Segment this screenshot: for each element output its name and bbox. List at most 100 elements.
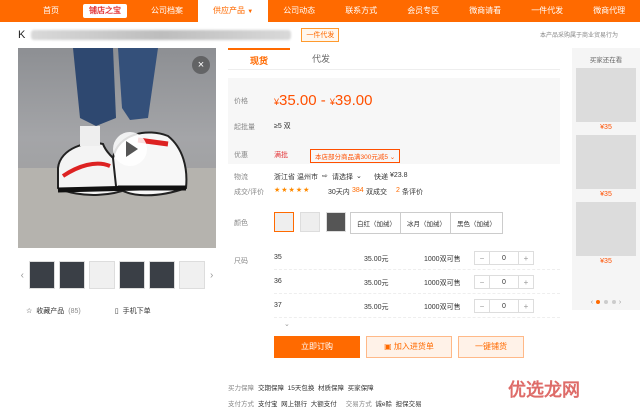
cross-item: 担保交易 bbox=[395, 401, 422, 408]
chevron-left-icon[interactable]: ‹ bbox=[18, 270, 27, 281]
deals-period: 30天内 bbox=[328, 189, 350, 196]
guarantee-item[interactable]: 15天包换 bbox=[288, 385, 315, 392]
color-swatch[interactable] bbox=[274, 212, 294, 232]
also-viewed-price: ¥35 bbox=[600, 124, 612, 131]
minus-icon[interactable]: − bbox=[475, 276, 489, 288]
quantity-input[interactable]: 0 bbox=[489, 276, 519, 288]
quantity-stepper[interactable]: − 0 + bbox=[474, 275, 534, 289]
nav-home[interactable]: 首页 bbox=[28, 0, 74, 22]
product-detail-panel: 现货 代发 价格 ¥35.00 - ¥39.00 起批量 ≥5 双 优惠 满批 … bbox=[228, 48, 560, 418]
coupon-button[interactable]: 本店部分商品满300元减5 ⌄ bbox=[310, 149, 401, 163]
color-option-white-red[interactable]: 白红（加绒） bbox=[350, 212, 403, 234]
nav-contact[interactable]: 联系方式 bbox=[330, 0, 392, 22]
guarantee-item[interactable]: 材质保障 bbox=[318, 385, 344, 392]
promo-label: 优惠 bbox=[234, 152, 248, 159]
reviews-unit[interactable]: 条评价 bbox=[402, 187, 423, 197]
phone-icon[interactable]: ▯ bbox=[115, 307, 119, 315]
product-thumbnail bbox=[576, 202, 636, 256]
quantity-stepper[interactable]: − 0 + bbox=[474, 251, 534, 265]
nav-company-profile[interactable]: 公司档案 bbox=[136, 0, 198, 22]
minus-icon[interactable]: − bbox=[475, 252, 489, 264]
pager-dot[interactable] bbox=[596, 300, 601, 305]
table-row: 37 35.00元 1000双可售 − 0 + bbox=[274, 296, 560, 318]
color-swatch[interactable] bbox=[326, 212, 346, 232]
plus-icon[interactable]: + bbox=[519, 252, 533, 264]
nav-wechat-agent[interactable]: 微商代理 bbox=[578, 0, 640, 22]
nav-products[interactable]: 供应产品 ▼ bbox=[198, 0, 269, 22]
one-click-distribute-button[interactable]: 一键铺货 bbox=[458, 336, 524, 358]
nav-member-area[interactable]: 会员专区 bbox=[392, 0, 454, 22]
also-viewed-title: 买家还在看 bbox=[589, 57, 623, 64]
thumbnail[interactable] bbox=[179, 261, 206, 289]
nav-products-label: 供应产品 bbox=[213, 6, 245, 15]
tab-dropship[interactable]: 代发 bbox=[290, 48, 352, 69]
guarantee-item[interactable]: 交期保障 bbox=[258, 385, 284, 392]
nav-wechat-see[interactable]: 微商请看 bbox=[454, 0, 516, 22]
dropship-tag[interactable]: 一件代发 bbox=[301, 28, 340, 42]
main-product-video[interactable]: × bbox=[18, 48, 216, 248]
nav-shop-treasure[interactable]: 铺店之宝 bbox=[83, 4, 127, 18]
thumbnail[interactable] bbox=[149, 261, 176, 289]
order-now-button[interactable]: 立即订购 bbox=[274, 336, 360, 358]
pager-dot[interactable] bbox=[604, 300, 608, 305]
color-option-black[interactable]: 黑色（加绒） bbox=[450, 212, 503, 234]
trade-note: 本产品采购属于商业贸易行为 bbox=[539, 33, 618, 39]
table-row: 36 35.00元 1000双可售 − 0 + bbox=[274, 272, 560, 294]
carousel-pager: ‹ › bbox=[572, 299, 640, 306]
play-icon[interactable] bbox=[113, 132, 147, 166]
add-to-cart-button[interactable]: ▣ 加入进货单 bbox=[366, 336, 452, 358]
thumbnail[interactable] bbox=[28, 261, 55, 289]
chevron-down-icon[interactable]: ⌄ bbox=[356, 172, 362, 180]
plus-icon[interactable]: + bbox=[519, 300, 533, 312]
also-viewed-item[interactable]: ¥35 bbox=[576, 135, 636, 198]
cross-item: 诚e赊 bbox=[375, 401, 393, 408]
quantity-input[interactable]: 0 bbox=[489, 300, 519, 312]
thumbnail[interactable] bbox=[118, 261, 146, 289]
color-swatch[interactable] bbox=[300, 212, 320, 232]
chevron-left-icon[interactable]: ‹ bbox=[591, 299, 593, 306]
nav-company-news[interactable]: 公司动态 bbox=[268, 0, 330, 22]
thumbnail[interactable] bbox=[58, 261, 85, 289]
size-stock: 1000双可售 bbox=[424, 256, 461, 263]
size-stock: 1000双可售 bbox=[424, 280, 461, 287]
also-viewed-price: ¥35 bbox=[600, 258, 612, 265]
thumbnail[interactable] bbox=[88, 261, 115, 289]
expand-chevron-icon[interactable]: ⌄ bbox=[284, 320, 290, 328]
chevron-down-icon: ▼ bbox=[247, 9, 254, 15]
product-title: K bbox=[18, 29, 26, 41]
rating-row: 成交/评价 ★★★★★ 30天内 384 双成交 2 条评价 bbox=[228, 185, 560, 199]
plus-icon[interactable]: + bbox=[519, 276, 533, 288]
size-value: 36 bbox=[274, 278, 282, 285]
ship-to-select[interactable]: 请选择 bbox=[332, 172, 353, 182]
pager-dot[interactable] bbox=[611, 300, 616, 305]
chevron-right-icon[interactable]: › bbox=[207, 270, 216, 281]
cart-icon: ▣ bbox=[384, 342, 392, 351]
thumbnail-strip: ‹ › bbox=[18, 260, 216, 290]
payment-item: 支付宝 bbox=[258, 401, 278, 408]
size-value: 37 bbox=[274, 302, 282, 309]
mobile-order-link[interactable]: 手机下单 bbox=[123, 306, 151, 316]
also-viewed-panel: 买家还在看 ¥35 ¥35 ¥35 ‹ › bbox=[572, 48, 640, 310]
moq-label: 起批量 bbox=[234, 124, 255, 131]
tab-in-stock[interactable]: 现货 bbox=[228, 48, 290, 69]
payment-item: 大额支付 bbox=[310, 401, 337, 408]
color-option-ice-moon[interactable]: 冰月（加绒） bbox=[400, 212, 453, 234]
close-icon[interactable]: × bbox=[192, 56, 210, 74]
logistics-row: 物流 浙江省 温州市 ⇨ 请选择 ⌄ 快递 ¥23.8 bbox=[228, 170, 560, 184]
also-viewed-item[interactable]: ¥35 bbox=[576, 202, 636, 265]
also-viewed-item[interactable]: ¥35 bbox=[576, 68, 636, 131]
guarantee-item[interactable]: 买家保障 bbox=[348, 385, 374, 392]
minus-icon[interactable]: − bbox=[475, 300, 489, 312]
rating-label: 成交/评价 bbox=[234, 189, 264, 196]
reviews-count[interactable]: 2 bbox=[396, 187, 400, 194]
collect-label[interactable]: 收藏产品 bbox=[36, 306, 64, 316]
chevron-right-icon[interactable]: › bbox=[619, 299, 621, 306]
tab-bar: 现货 代发 bbox=[228, 48, 560, 70]
nav-dropship[interactable]: 一件代发 bbox=[516, 0, 578, 22]
price-min: 35.00 bbox=[279, 92, 317, 109]
chevron-down-icon: ⌄ bbox=[389, 154, 396, 161]
star-outline-icon[interactable]: ☆ bbox=[26, 307, 32, 315]
size-table: 尺码 35 35.00元 1000双可售 − 0 + 36 35.00元 100… bbox=[228, 248, 560, 328]
quantity-input[interactable]: 0 bbox=[489, 252, 519, 264]
quantity-stepper[interactable]: − 0 + bbox=[474, 299, 534, 313]
